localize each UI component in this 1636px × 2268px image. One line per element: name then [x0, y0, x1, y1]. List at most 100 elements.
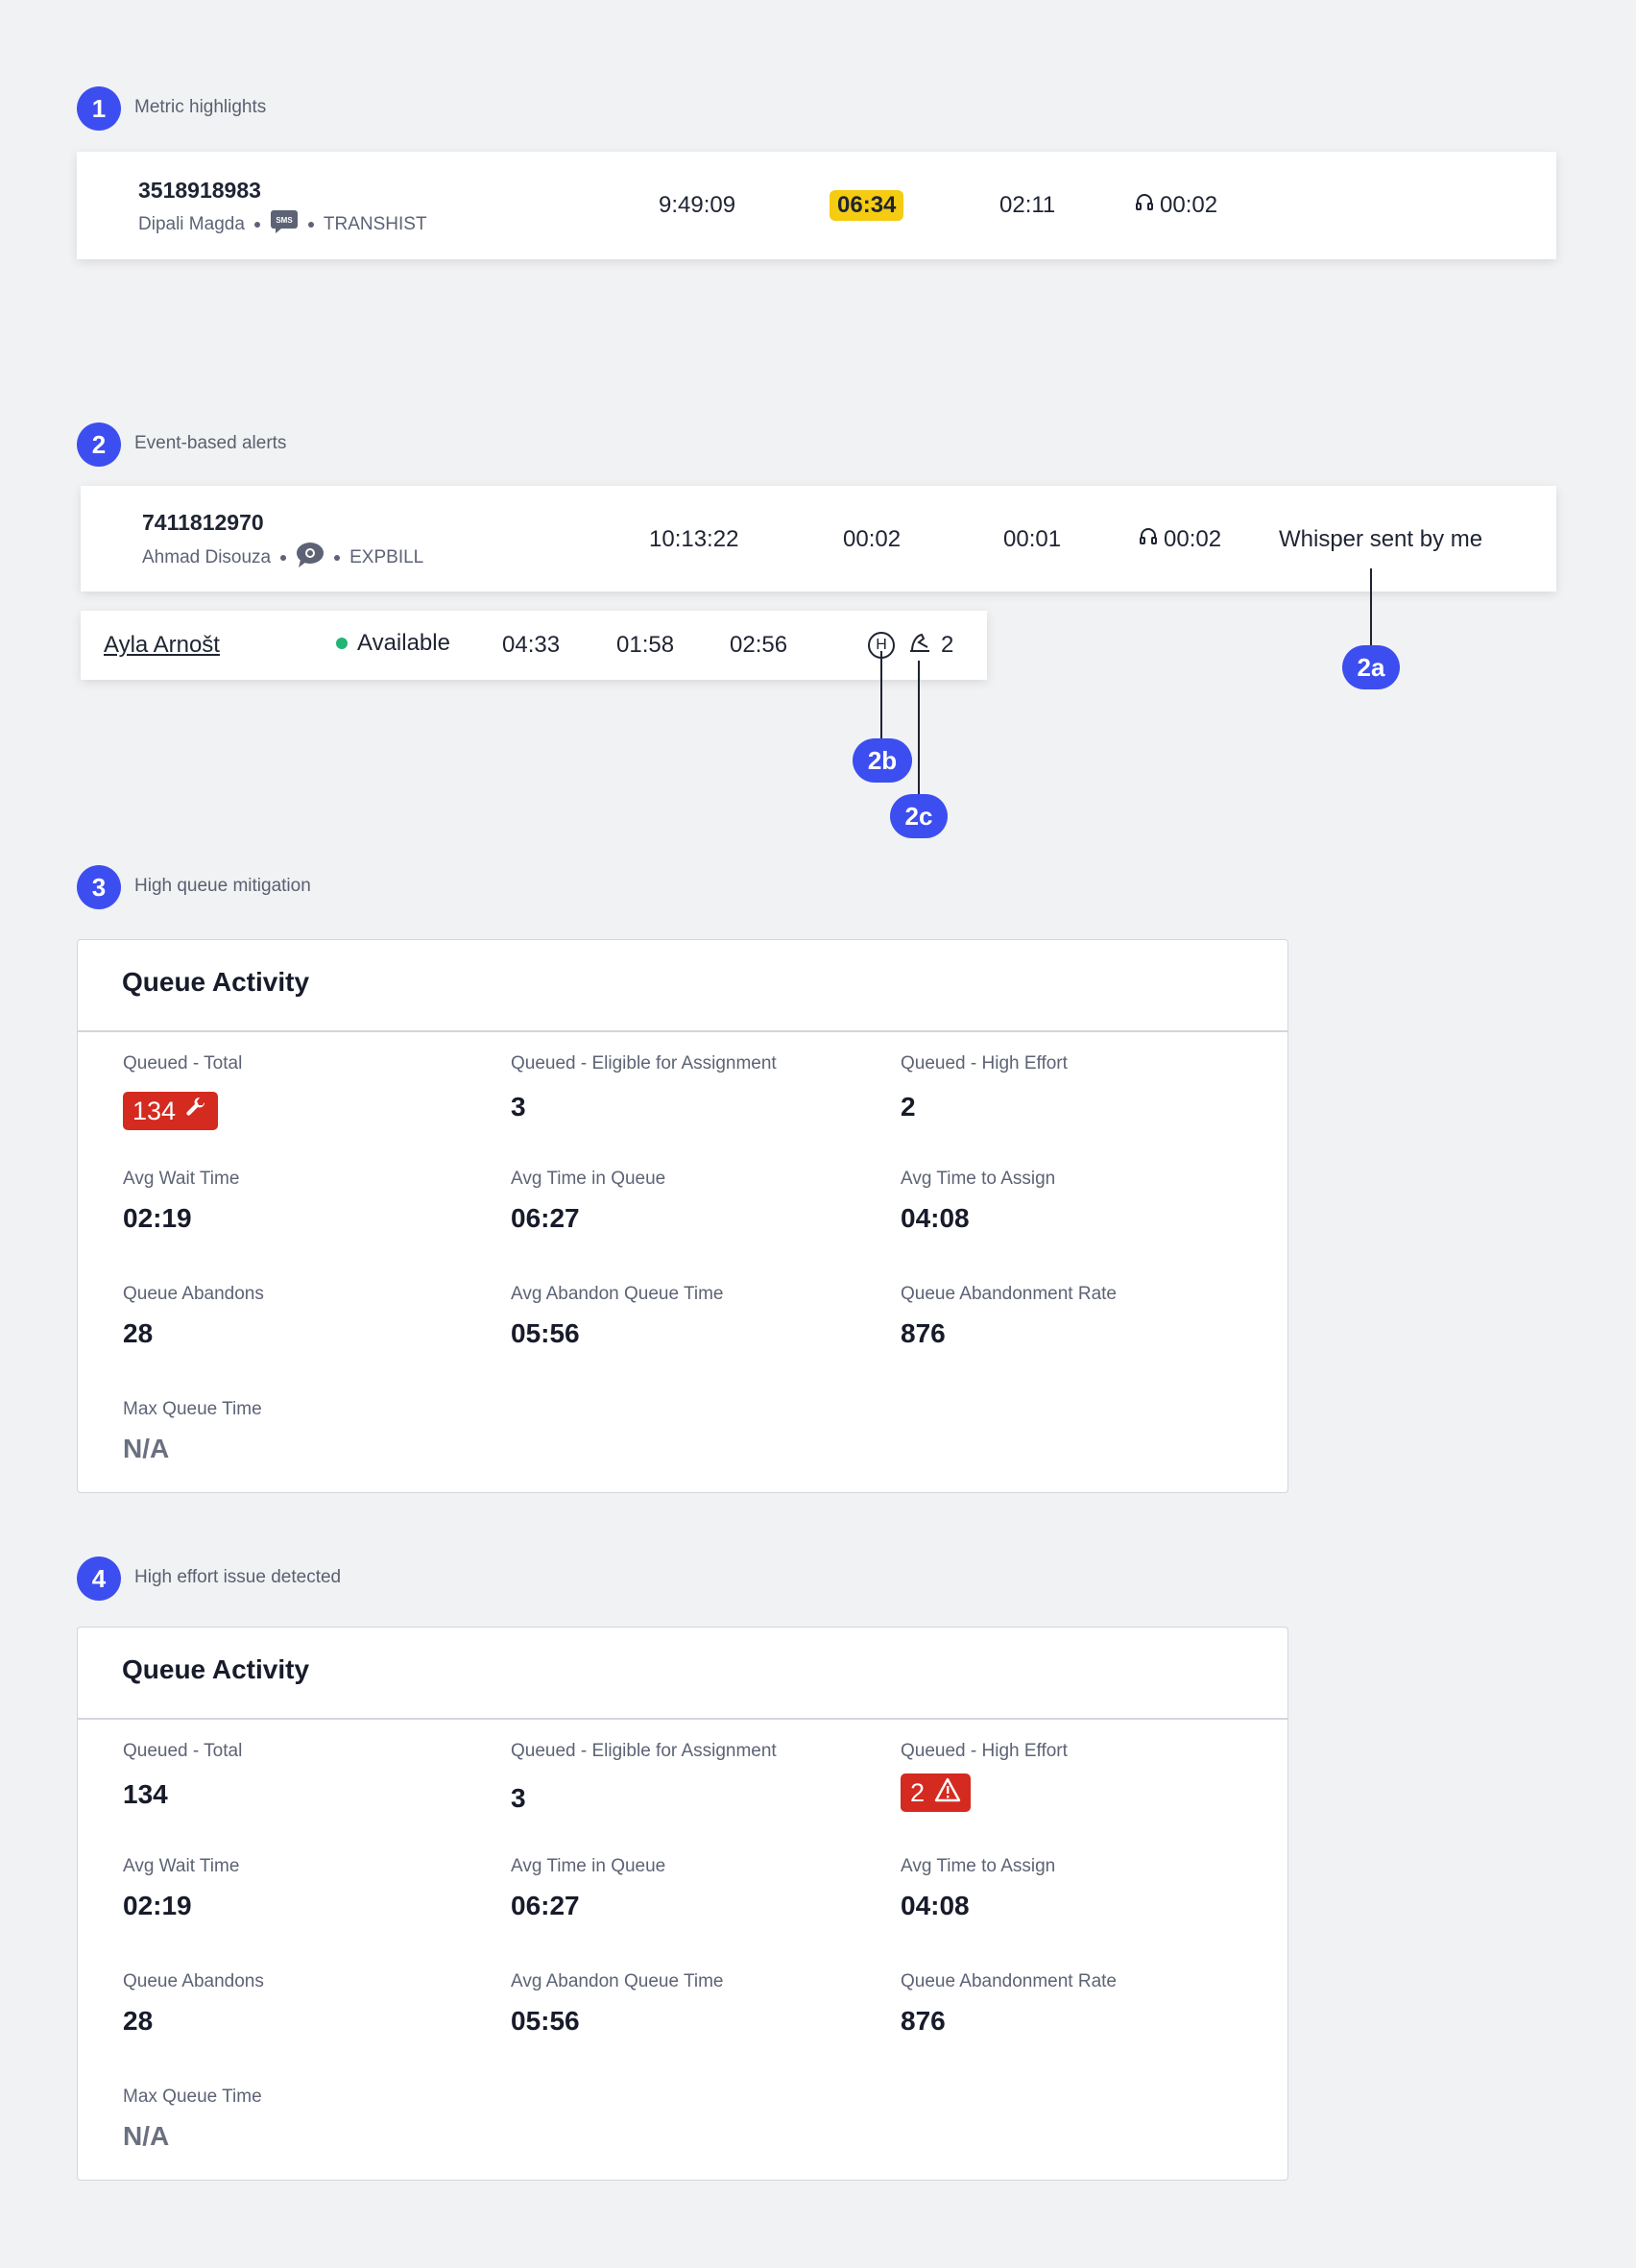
- contact-phone: 7411812970: [142, 510, 264, 535]
- contact-name: Ahmad Disouza: [142, 547, 272, 567]
- callout-line-2a: [1370, 568, 1372, 653]
- metric-value: 05:56: [511, 1318, 580, 1348]
- metric-label: Avg Time to Assign: [901, 1169, 1056, 1189]
- metric-value: 06:27: [511, 1203, 580, 1233]
- metric-value: 876: [901, 1318, 946, 1348]
- metric-value: 2: [901, 1092, 916, 1122]
- whisper-status: Whisper sent by me: [1279, 526, 1483, 552]
- metric-label: Queue Abandonment Rate: [901, 1971, 1118, 1991]
- callout-2a: 2a: [1342, 645, 1400, 689]
- metric-label: Queue Abandons: [123, 1971, 264, 1991]
- queued-total-alert[interactable]: 134: [123, 1092, 219, 1130]
- agent-name-link[interactable]: Ayla Arnošt: [104, 632, 220, 659]
- divider: [78, 1030, 1287, 1032]
- section-4-label: High effort issue detected: [134, 1567, 342, 1587]
- queue-name: EXPBILL: [349, 547, 424, 567]
- metric-label: Queue Abandons: [123, 1284, 264, 1304]
- agent-time-2: 01:58: [616, 632, 675, 658]
- metric-label: Avg Time in Queue: [511, 1169, 666, 1189]
- section-1-label: Metric highlights: [134, 97, 267, 117]
- escalation-icon: [906, 630, 933, 662]
- listen-time: 00:02: [1139, 526, 1221, 553]
- divider: [78, 1718, 1287, 1720]
- metric-value: 04:08: [901, 1203, 970, 1233]
- time-wait: 00:02: [843, 526, 902, 552]
- metric-label: Queue Abandonment Rate: [901, 1284, 1118, 1304]
- queue-activity-title: Queue Activity: [122, 967, 310, 997]
- metric-label: Queued - High Effort: [901, 1741, 1068, 1761]
- contact-meta: Ahmad Disouza EXPBILL: [142, 542, 423, 574]
- metric-label: Avg Time in Queue: [511, 1856, 666, 1876]
- time-handle: 10:13:22: [649, 526, 739, 552]
- sms-icon: SMS: [270, 209, 299, 240]
- warning-icon: [934, 1777, 961, 1809]
- high-effort-alert[interactable]: 2: [901, 1773, 972, 1812]
- metric-value: 2: [910, 1777, 926, 1807]
- metric-value: 134: [123, 1779, 168, 1809]
- section-2-label: Event-based alerts: [134, 433, 287, 453]
- queue-activity-card: Queue Activity Queued - Total 134 Queued…: [77, 939, 1288, 1493]
- metric-label: Max Queue Time: [123, 2087, 262, 2107]
- contact-meta: Dipali Magda SMS TRANSHIST: [138, 209, 427, 240]
- agent-time-3: 02:56: [730, 632, 788, 658]
- contact-name: Dipali Magda: [138, 214, 245, 234]
- queue-name: TRANSHIST: [323, 214, 427, 234]
- callout-2c: 2c: [890, 794, 948, 838]
- metric-value: N/A: [123, 1434, 170, 1463]
- metric-value: 876: [901, 2006, 946, 2036]
- metric-label: Queued - High Effort: [901, 1053, 1068, 1074]
- metric-label: Max Queue Time: [123, 1399, 262, 1419]
- queue-activity-card: Queue Activity Queued - Total 134 Queued…: [77, 1627, 1288, 2181]
- metric-label: Avg Abandon Queue Time: [511, 1284, 724, 1304]
- section-3-number: 3: [77, 865, 121, 909]
- metric-label: Avg Wait Time: [123, 1169, 240, 1189]
- metric-label: Queued - Eligible for Assignment: [511, 1741, 777, 1761]
- agent-status-label: Available: [357, 630, 450, 656]
- listen-time-value: 00:02: [1164, 526, 1222, 552]
- metric-value: 3: [511, 1783, 526, 1813]
- metric-highlight-row[interactable]: 3518918983 Dipali Magda SMS TRANSHIST 9:…: [77, 152, 1556, 259]
- separator-dot: [307, 222, 314, 228]
- callout-2b: 2b: [853, 738, 912, 783]
- section-3-label: High queue mitigation: [134, 876, 311, 896]
- agent-time-1: 04:33: [502, 632, 561, 658]
- section-4-number: 4: [77, 1556, 121, 1601]
- status-dot: [336, 638, 348, 649]
- headset-icon: [1139, 526, 1158, 553]
- time-highlighted: 06:34: [830, 190, 904, 221]
- metric-label: Queued - Total: [123, 1741, 243, 1761]
- time-hold: 02:11: [999, 192, 1056, 218]
- separator-dot: [280, 555, 287, 561]
- metric-value: 04:08: [901, 1891, 970, 1920]
- metric-value: 02:19: [123, 1203, 192, 1233]
- listen-time: 00:02: [1135, 192, 1217, 219]
- metric-label: Avg Wait Time: [123, 1856, 240, 1876]
- metric-label: Queued - Eligible for Assignment: [511, 1053, 777, 1074]
- metric-value: 134: [132, 1096, 177, 1125]
- svg-text:SMS: SMS: [276, 216, 293, 225]
- metric-value: N/A: [123, 2121, 170, 2151]
- metric-value: 28: [123, 2006, 154, 2036]
- agent-row[interactable]: Ayla Arnošt Available 04:33 01:58 02:56 …: [81, 611, 987, 680]
- metric-value: 06:27: [511, 1891, 580, 1920]
- section-1-number: 1: [77, 86, 121, 131]
- escalation-count: 2: [941, 632, 954, 658]
- separator-dot: [253, 222, 260, 228]
- event-alert-row[interactable]: 7411812970 Ahmad Disouza EXPBILL 10:13:2…: [81, 486, 1556, 591]
- separator-dot: [334, 555, 341, 561]
- queue-activity-title: Queue Activity: [122, 1654, 310, 1684]
- metric-value: 3: [511, 1092, 526, 1122]
- time-hold: 00:01: [1003, 526, 1062, 552]
- apple-messages-icon: [296, 542, 325, 574]
- callout-line-2c: [918, 661, 920, 809]
- contact-phone: 3518918983: [138, 178, 261, 203]
- metric-label: Queued - Total: [123, 1053, 243, 1074]
- headset-icon: [1135, 192, 1154, 219]
- metric-label: Avg Time to Assign: [901, 1856, 1056, 1876]
- metric-value: 05:56: [511, 2006, 580, 2036]
- metric-value: 28: [123, 1318, 154, 1348]
- time-handle: 9:49:09: [659, 192, 736, 218]
- wrench-icon: [185, 1097, 208, 1126]
- metric-label: Avg Abandon Queue Time: [511, 1971, 724, 1991]
- listen-time-value: 00:02: [1160, 192, 1218, 218]
